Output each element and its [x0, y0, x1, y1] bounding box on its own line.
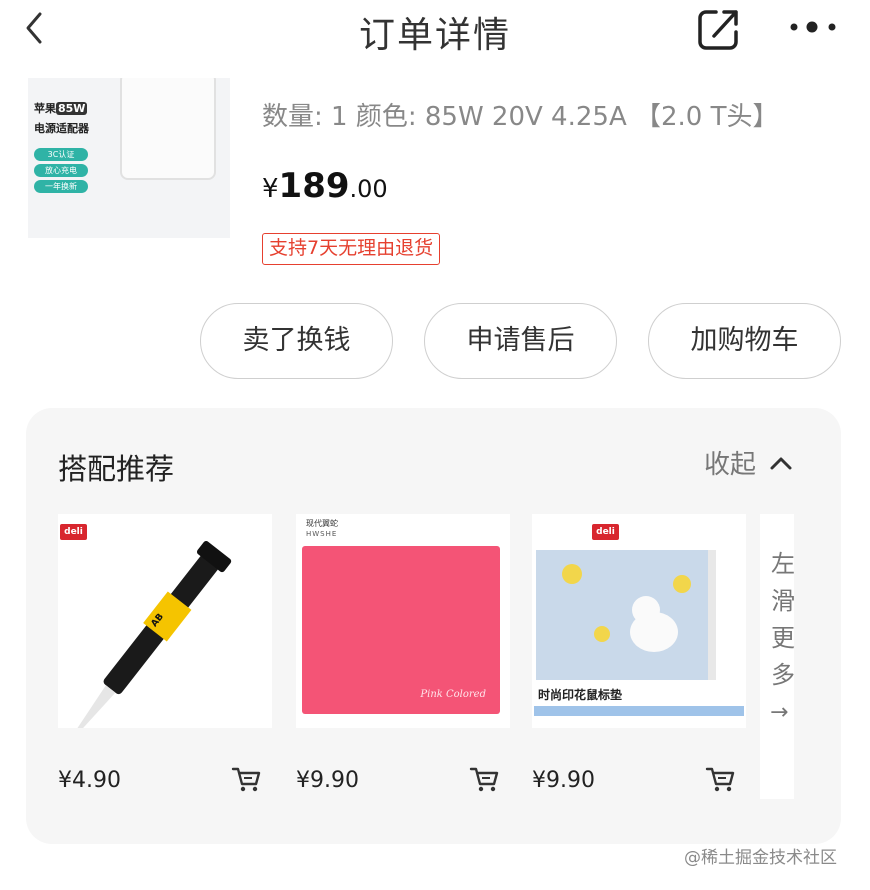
ab-glue-image: deli AB — [58, 514, 272, 728]
share-icon[interactable] — [694, 4, 744, 54]
sell-button[interactable]: 卖了换钱 — [200, 303, 393, 379]
power-adapter-image — [120, 78, 216, 180]
mat-tag-strip — [534, 706, 744, 716]
collapse-label: 收起 — [704, 450, 757, 480]
pink-pad: Pink Colored — [302, 546, 500, 714]
watermark: @稀土掘金技术社区 — [684, 848, 837, 868]
more-dots-icon[interactable] — [786, 12, 842, 42]
recommend-item[interactable]: 现代翼蛇 HWSHE Pink Colored ¥9.90 — [296, 514, 510, 793]
thumb-label-sub: 电源适配器 — [34, 122, 89, 135]
nav-bar: 订单详情 — [0, 0, 870, 62]
thumb-tags: 3C认证 放心充电 一年换新 — [34, 148, 88, 196]
add-to-cart-button[interactable]: 加购物车 — [648, 303, 841, 379]
thumb-tag: 3C认证 — [34, 148, 88, 161]
thumb-tag: 放心充电 — [34, 164, 88, 177]
after-sale-button[interactable]: 申请售后 — [424, 303, 617, 379]
collapse-toggle[interactable]: 收起 — [704, 444, 794, 481]
recommend-item[interactable]: deli AB ¥4.90 — [58, 514, 272, 793]
pad-caption-brand: HWSHE — [306, 530, 338, 538]
cart-icon[interactable] — [704, 764, 736, 794]
thumb-tag: 一年换新 — [34, 180, 88, 193]
product-thumbnail[interactable]: 苹果 85W 电源适配器 3C认证 放心充电 一年换新 — [28, 78, 230, 238]
mat-caption: 时尚印花鼠标垫 — [538, 688, 623, 702]
cart-icon[interactable] — [230, 764, 262, 794]
recommend-card: 搭配推荐 收起 deli AB ¥4.90 现代翼蛇 HWSHE Pink Co… — [26, 408, 841, 844]
item-price: ¥9.90 — [532, 768, 595, 793]
cart-icon[interactable] — [468, 764, 500, 794]
thumb-label: 苹果 85W — [34, 102, 88, 115]
item-price: ¥9.90 — [296, 768, 359, 793]
refund-policy-badge: 支持7天无理由退货 — [262, 233, 441, 265]
pad-brand-text: Pink Colored — [420, 689, 486, 700]
recommend-title: 搭配推荐 — [58, 452, 175, 486]
chevron-up-icon — [770, 457, 792, 469]
pad-caption: 现代翼蛇 — [306, 519, 338, 528]
order-price: ¥189.00 — [262, 166, 388, 206]
pink-mouse-pad-image: 现代翼蛇 HWSHE Pink Colored — [296, 514, 510, 728]
arrow-right-icon: → — [770, 700, 789, 725]
swipe-more-hint[interactable]: 左滑更多 — [766, 546, 800, 694]
item-price: ¥4.90 — [58, 768, 121, 793]
recommend-item[interactable]: deli 时尚印花鼠标垫 ¥9.90 — [532, 514, 746, 793]
order-spec: 数量: 1 颜色: 85W 20V 4.25A 【2.0 T头】 — [262, 102, 779, 132]
cat-mouse-pad-image: deli 时尚印花鼠标垫 — [532, 514, 746, 728]
